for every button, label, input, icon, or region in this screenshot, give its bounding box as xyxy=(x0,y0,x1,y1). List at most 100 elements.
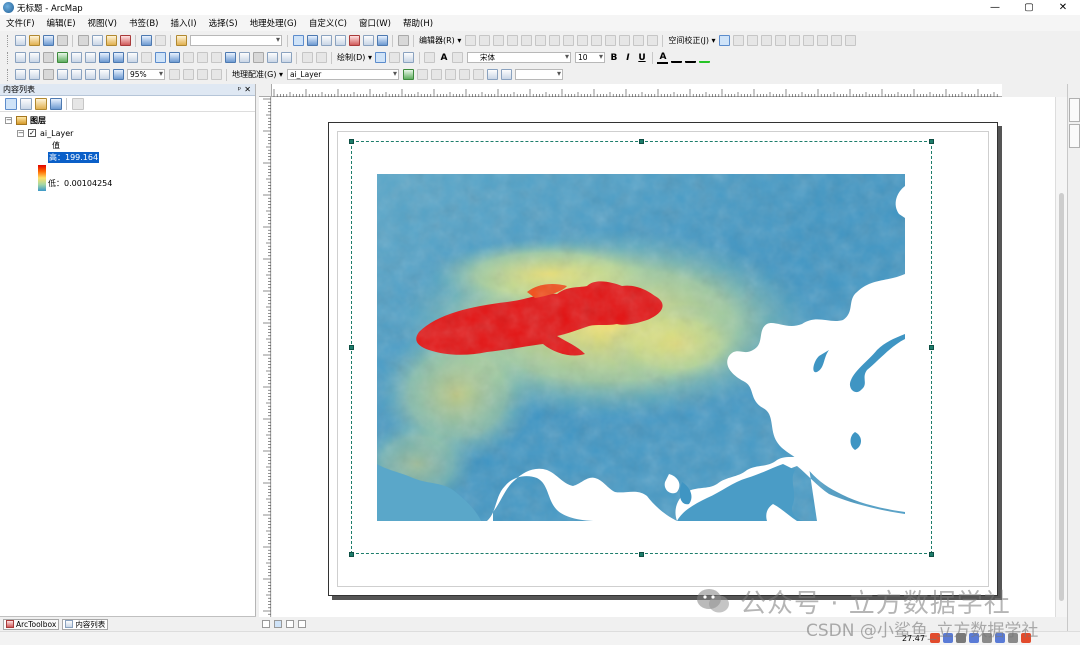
refresh-view-icon[interactable] xyxy=(286,620,294,628)
create-viewer-window-icon[interactable] xyxy=(280,52,292,63)
menu-bookmarks[interactable]: 书签(B) xyxy=(129,17,158,29)
view-link-table-georef-icon[interactable] xyxy=(472,69,484,80)
edit-vertices-draw-icon[interactable] xyxy=(452,52,464,63)
collapse-icon[interactable]: − xyxy=(5,116,12,124)
zoom-level-combo[interactable]: 95% xyxy=(127,69,165,80)
resize-handle-s[interactable] xyxy=(639,552,644,557)
font-color-button[interactable]: A xyxy=(657,52,669,64)
find-icon[interactable] xyxy=(224,52,236,63)
full-extent-icon[interactable] xyxy=(56,52,68,63)
cut-polygons-icon[interactable] xyxy=(576,35,588,46)
layout-view-icon[interactable] xyxy=(274,620,282,628)
resize-handle-sw[interactable] xyxy=(349,552,354,557)
layer-visibility-checkbox[interactable]: ✓ xyxy=(28,129,36,137)
fixed-layout-zoom-in-icon[interactable] xyxy=(84,69,96,80)
rotate-icon[interactable] xyxy=(604,35,616,46)
redo-icon[interactable] xyxy=(154,35,166,46)
italic-button[interactable]: I xyxy=(622,53,633,63)
copy-icon[interactable] xyxy=(91,35,103,46)
pin-icon[interactable]: ᵖ xyxy=(238,84,241,96)
open-icon[interactable] xyxy=(28,35,40,46)
draw-select-icon[interactable] xyxy=(375,52,387,63)
menu-help[interactable]: 帮助(H) xyxy=(403,17,433,29)
view-link-table-icon[interactable] xyxy=(817,35,829,46)
arctoolbox-tab[interactable]: ArcToolbox xyxy=(3,618,60,630)
zoom-out-icon[interactable] xyxy=(28,52,40,63)
resize-handle-se[interactable] xyxy=(929,552,934,557)
attribute-transfer-icon[interactable] xyxy=(845,35,857,46)
cut-icon[interactable] xyxy=(77,35,89,46)
editor-menu[interactable]: 编辑器(R) ▾ xyxy=(419,35,461,46)
paste-icon[interactable] xyxy=(105,35,117,46)
menu-windows[interactable]: 窗口(W) xyxy=(359,17,391,29)
identify-icon[interactable] xyxy=(168,52,180,63)
new-displacement-link-icon[interactable] xyxy=(733,35,745,46)
georef-layer-combo[interactable]: ai_Layer xyxy=(287,69,399,80)
print-icon[interactable] xyxy=(56,35,68,46)
toc-close-icon[interactable]: ✕ xyxy=(244,84,251,96)
save-icon[interactable] xyxy=(42,35,54,46)
close-button[interactable]: ✕ xyxy=(1046,0,1080,15)
pan-icon[interactable] xyxy=(42,52,54,63)
layout-focus-icon[interactable] xyxy=(315,52,327,63)
menu-edit[interactable]: 编辑(E) xyxy=(47,17,76,29)
trace-icon[interactable] xyxy=(520,35,532,46)
georeferencing-menu[interactable]: 地理配准(G) ▾ xyxy=(232,69,283,80)
refresh-icon[interactable] xyxy=(500,69,512,80)
new-identity-link-icon[interactable] xyxy=(775,35,787,46)
attributes-icon[interactable] xyxy=(618,35,630,46)
zoom-in-icon[interactable] xyxy=(14,52,26,63)
model-builder-icon[interactable] xyxy=(376,35,388,46)
arctoolbox-icon[interactable] xyxy=(348,35,360,46)
fixed-zoom-out-icon[interactable] xyxy=(84,52,96,63)
resize-handle-e[interactable] xyxy=(929,345,934,350)
new-document-icon[interactable] xyxy=(14,35,26,46)
go-to-xy-icon[interactable] xyxy=(252,52,264,63)
toggle-draft-mode-icon[interactable] xyxy=(168,69,180,80)
layout-zoom-out-icon[interactable] xyxy=(28,69,40,80)
collapse-layer-icon[interactable]: − xyxy=(17,129,24,137)
maximize-button[interactable]: ▢ xyxy=(1012,0,1046,15)
clear-limited-adjustment-icon[interactable] xyxy=(803,35,815,46)
scrollbar-thumb[interactable] xyxy=(1059,193,1064,601)
font-size-combo[interactable]: 10 xyxy=(574,52,605,63)
find-route-icon[interactable] xyxy=(238,52,250,63)
vertical-scrollbar[interactable] xyxy=(1055,97,1067,617)
menu-view[interactable]: 视图(V) xyxy=(88,17,117,29)
list-by-visibility-icon[interactable] xyxy=(34,97,47,110)
edit-tool-icon[interactable] xyxy=(464,35,476,46)
multi-displacement-icon[interactable] xyxy=(761,35,773,46)
resize-handle-nw[interactable] xyxy=(349,139,354,144)
menu-customize[interactable]: 自定义(C) xyxy=(309,17,347,29)
legend-high-label[interactable]: 高：199.164 xyxy=(48,151,100,163)
auto-registration-icon[interactable] xyxy=(458,69,470,80)
straight-segment-icon[interactable] xyxy=(492,35,504,46)
search-window-icon[interactable] xyxy=(334,35,346,46)
menu-file[interactable]: 文件(F) xyxy=(6,17,35,29)
add-data-icon[interactable] xyxy=(175,35,187,46)
menu-insert[interactable]: 插入(I) xyxy=(170,17,196,29)
adjustment-preview-icon[interactable] xyxy=(831,35,843,46)
toc-window-icon[interactable] xyxy=(306,35,318,46)
fixed-layout-zoom-out-icon[interactable] xyxy=(98,69,110,80)
data-frame-selection[interactable] xyxy=(351,141,932,554)
marker-color-icon[interactable] xyxy=(699,52,711,63)
horizontal-ruler[interactable] xyxy=(272,84,1002,97)
time-slider-icon[interactable] xyxy=(266,52,278,63)
go-forward-icon[interactable] xyxy=(112,52,124,63)
edit-vertices-icon[interactable] xyxy=(548,35,560,46)
reshape-icon[interactable] xyxy=(562,35,574,46)
scale-georef-icon[interactable] xyxy=(444,69,456,80)
layout-toggle-icon[interactable] xyxy=(301,52,313,63)
delete-icon[interactable] xyxy=(119,35,131,46)
layout-zoom-in-icon[interactable] xyxy=(14,69,26,80)
hyperlink-icon[interactable] xyxy=(182,52,194,63)
catalog-window-icon[interactable] xyxy=(320,35,332,46)
layout-previous-extent-icon[interactable] xyxy=(112,69,124,80)
draw-menu[interactable]: 绘制(D) ▾ xyxy=(337,52,372,63)
layer-row[interactable]: − ✓ ai_Layer xyxy=(17,127,73,139)
python-window-icon[interactable] xyxy=(362,35,374,46)
bold-button[interactable]: B xyxy=(608,53,619,63)
add-control-points-icon[interactable] xyxy=(402,69,414,80)
toc-tab[interactable]: 内容列表 xyxy=(62,618,109,630)
